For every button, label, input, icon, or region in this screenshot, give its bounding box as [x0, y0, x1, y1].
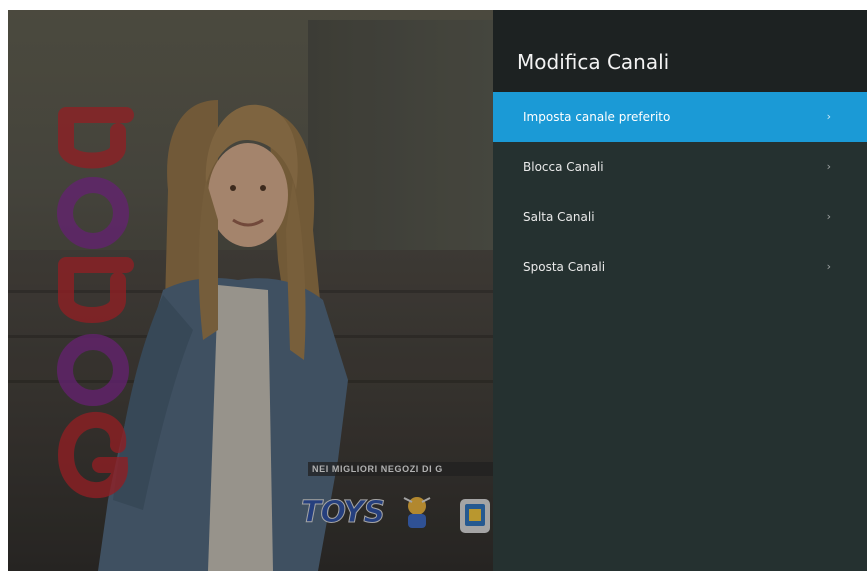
panel-header: Modifica Canali	[493, 10, 867, 92]
menu-item-block-channels[interactable]: Blocca Canali ›	[493, 142, 867, 192]
menu-item-label: Salta Canali	[523, 210, 595, 224]
panel-title: Modifica Canali	[517, 50, 670, 74]
menu-item-label: Sposta Canali	[523, 260, 606, 274]
chevron-right-icon: ›	[826, 110, 831, 123]
channel-options-menu: Imposta canale preferito › Blocca Canali…	[493, 92, 867, 292]
menu-item-set-favorite[interactable]: Imposta canale preferito ›	[493, 92, 867, 142]
menu-item-move-channels[interactable]: Sposta Canali ›	[493, 242, 867, 292]
menu-item-skip-channels[interactable]: Salta Canali ›	[493, 192, 867, 242]
video-background: NEI MIGLIORI NEGOZI DI G TOYS	[8, 10, 493, 571]
tv-screen: NEI MIGLIORI NEGOZI DI G TOYS Modifica C…	[8, 10, 867, 571]
edit-channels-panel: Modifica Canali Imposta canale preferito…	[493, 10, 867, 571]
menu-item-label: Blocca Canali	[523, 160, 604, 174]
chevron-right-icon: ›	[826, 210, 831, 223]
chevron-right-icon: ›	[826, 160, 831, 173]
video-dim-overlay	[8, 10, 493, 571]
chevron-right-icon: ›	[826, 260, 831, 273]
menu-item-label: Imposta canale preferito	[523, 110, 671, 124]
